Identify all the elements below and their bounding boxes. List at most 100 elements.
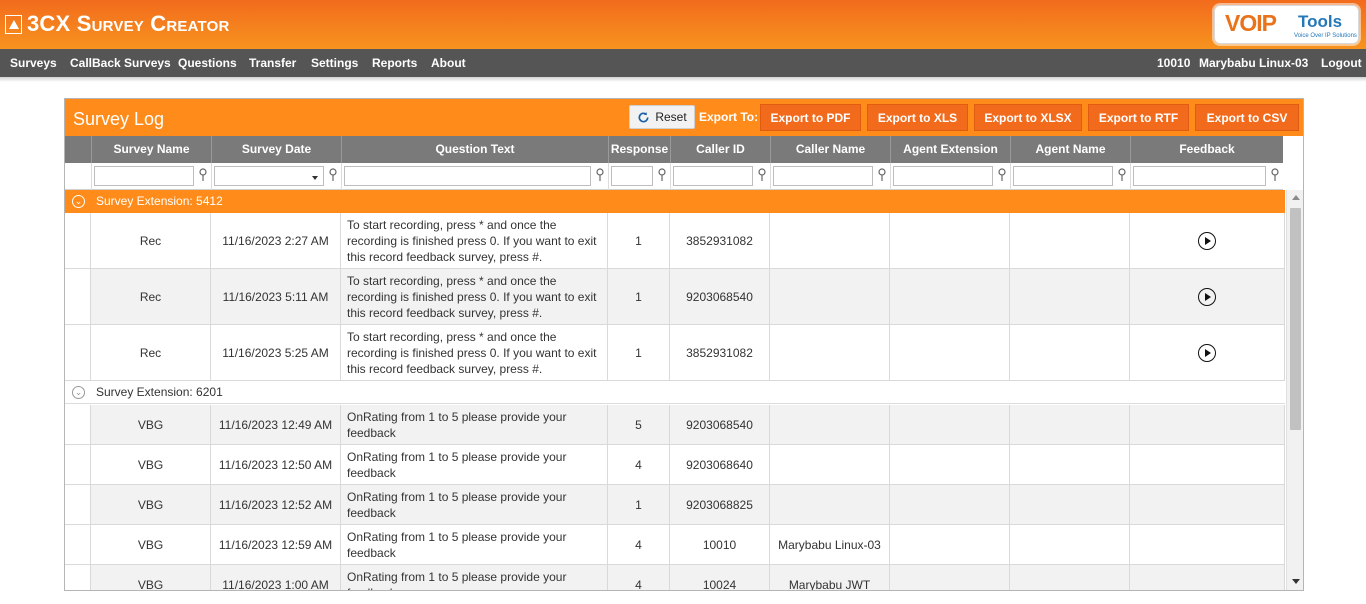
col-survey-name[interactable]: Survey Name [91,136,211,163]
group-label: Survey Extension: 5412 [96,194,223,208]
nav-item-reports[interactable]: Reports [372,49,417,77]
filter-input-agent-extension[interactable] [893,166,993,186]
cell-response: 4 [608,445,670,484]
table-row[interactable]: VBG 11/16/2023 12:59 AM OnRating from 1 … [65,525,1285,565]
export-pdf-button[interactable]: Export to PDF [760,104,861,131]
nav-item-questions[interactable]: Questions [178,49,237,77]
export-to-label: Export To: [699,110,759,124]
filter-input-survey-date[interactable] [214,166,324,186]
filter-input-question-text[interactable] [344,166,591,186]
scroll-up-arrow-icon[interactable] [1292,195,1300,200]
cell-survey-date: 11/16/2023 12:49 AM [211,405,341,444]
export-xlsx-button[interactable]: Export to XLSX [974,104,1082,131]
cell-response: 1 [608,325,670,380]
play-icon[interactable] [1198,287,1216,306]
nav-item-callback-surveys[interactable]: CallBack Surveys [70,49,171,77]
filter-input-survey-name[interactable] [94,166,194,186]
indent-cell [65,445,91,484]
logout-link[interactable]: Logout [1321,49,1362,77]
chevron-down-icon[interactable] [312,176,318,180]
cell-question-text: To start recording, press * and once the… [341,325,608,380]
filter-input-caller-id[interactable] [673,166,753,186]
collapse-icon[interactable]: ⌄ [72,195,85,208]
collapse-icon[interactable]: ⌄ [72,386,85,399]
col-caller-name[interactable]: Caller Name [770,136,890,163]
table-row[interactable]: VBG 11/16/2023 12:49 AM OnRating from 1 … [65,405,1285,445]
col-agent-name[interactable]: Agent Name [1010,136,1130,163]
cell-agent-name [1010,445,1130,484]
filter-cell-caller-id [670,163,770,190]
reset-button[interactable]: Reset [629,105,695,129]
play-icon[interactable] [1198,343,1216,362]
user-extension: 10010 [1157,56,1191,70]
group-label: Survey Extension: 6201 [96,385,223,399]
filter-icon[interactable] [595,168,605,183]
table-row[interactable]: VBG 11/16/2023 12:50 AM OnRating from 1 … [65,445,1285,485]
scroll-down-arrow-icon[interactable] [1292,579,1300,584]
export-csv-button[interactable]: Export to CSV [1195,104,1299,131]
indent-cell [65,525,91,564]
cell-response: 4 [608,525,670,564]
table-row[interactable]: Rec 11/16/2023 2:27 AM To start recordin… [65,213,1285,269]
filter-input-caller-name[interactable] [773,166,873,186]
filter-icon[interactable] [997,168,1007,183]
filter-icon[interactable] [657,168,667,183]
filter-input-agent-name[interactable] [1013,166,1113,186]
col-feedback[interactable]: Feedback [1130,136,1283,163]
cell-agent-extension [890,213,1010,268]
group-row[interactable]: ⌄ Survey Extension: 6201 [65,381,1285,404]
cell-caller-id: 10010 [670,525,770,564]
nav-shadow [0,77,1366,82]
col-response[interactable]: Response [608,136,670,163]
filter-icon[interactable] [1270,168,1280,183]
filter-icon[interactable] [757,168,767,183]
nav-item-surveys[interactable]: Surveys [10,49,57,77]
cell-caller-name [770,213,890,268]
table-row[interactable]: Rec 11/16/2023 5:25 AM To start recordin… [65,325,1285,381]
table-row[interactable]: VBG 11/16/2023 12:52 AM OnRating from 1 … [65,485,1285,525]
nav-item-transfer[interactable]: Transfer [249,49,296,77]
cell-survey-name: VBG [91,485,211,524]
cell-question-text: OnRating from 1 to 5 please provide your… [341,565,608,590]
filter-icon[interactable] [328,168,338,183]
scroll-thumb[interactable] [1290,208,1301,430]
export-xls-button[interactable]: Export to XLS [867,104,968,131]
filter-input-feedback[interactable] [1133,166,1266,186]
voiptools-logo: VOIP Tools Voice Over IP Solutions [1214,5,1359,44]
filter-icon[interactable] [1117,168,1127,183]
cell-agent-name [1010,525,1130,564]
cell-caller-id: 9203068825 [670,485,770,524]
cell-question-text: To start recording, press * and once the… [341,213,608,268]
filter-cell-agent-extension [890,163,1010,190]
brand-main: VOIP [1225,10,1277,36]
cell-agent-name [1010,485,1130,524]
nav-item-settings[interactable]: Settings [311,49,358,77]
survey-log-panel: Survey Log Reset Export To: Export to PD… [64,98,1304,591]
cell-response: 1 [608,213,670,268]
nav-bar: Surveys CallBack Surveys Questions Trans… [0,49,1366,77]
filter-row [65,163,1283,190]
filter-icon[interactable] [198,168,208,183]
cell-survey-date: 11/16/2023 12:59 AM [211,525,341,564]
col-survey-date[interactable]: Survey Date [211,136,341,163]
cell-survey-name: VBG [91,405,211,444]
cell-question-text: OnRating from 1 to 5 please provide your… [341,405,608,444]
cell-caller-id: 3852931082 [670,325,770,380]
col-agent-extension[interactable]: Agent Extension [890,136,1010,163]
filter-input-response[interactable] [611,166,653,186]
table-row[interactable]: VBG 11/16/2023 1:00 AM OnRating from 1 t… [65,565,1285,590]
export-rtf-button[interactable]: Export to RTF [1088,104,1189,131]
indent-cell [65,213,91,268]
col-caller-id[interactable]: Caller ID [670,136,770,163]
group-row[interactable]: ⌄ Survey Extension: 5412 [65,190,1285,213]
nav-item-about[interactable]: About [431,49,466,77]
filter-icon[interactable] [877,168,887,183]
vertical-scrollbar[interactable] [1286,190,1303,590]
cell-response: 4 [608,565,670,590]
table-row[interactable]: Rec 11/16/2023 5:11 AM To start recordin… [65,269,1285,325]
cell-caller-name: Marybabu JWT [770,565,890,590]
filter-cell-question-text [341,163,608,190]
cell-caller-id: 3852931082 [670,213,770,268]
play-icon[interactable] [1198,231,1216,250]
col-question-text[interactable]: Question Text [341,136,608,163]
